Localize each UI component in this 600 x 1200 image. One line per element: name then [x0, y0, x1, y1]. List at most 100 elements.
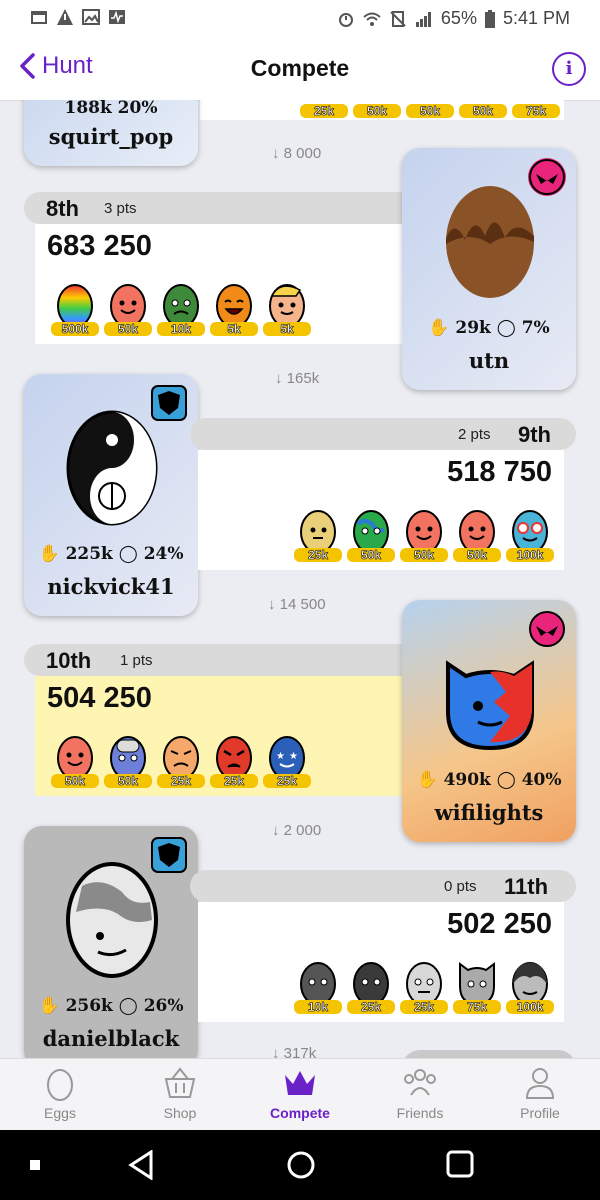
rank-bar-10th: 10th 1 pts	[24, 644, 424, 676]
egg-row: 50k 50k 25k 25k ★ ★ 25k	[51, 730, 311, 788]
cat-egg[interactable]: 75k	[453, 956, 501, 1014]
tab-eggs[interactable]: Eggs	[0, 1065, 120, 1121]
rank-position: 9th	[518, 422, 551, 447]
score-box-10th: 504 250 50k 50k 25k 25k ★ ★ 25k	[35, 676, 415, 796]
egg-row-prev: 25k 50k 50k 50k 75k	[300, 100, 560, 118]
score-diff: ↓ 317k	[272, 1045, 317, 1058]
egg-item[interactable]: 50k	[406, 100, 454, 118]
chocolate-egg-avatar	[446, 186, 534, 298]
battery-icon	[484, 9, 495, 28]
leaderboard[interactable]: 25k 50k 50k 50k 75k 188k 20% squirt_pop …	[0, 100, 600, 1058]
battery-percent: 65%	[440, 8, 477, 28]
smiley-egg[interactable]: 50k	[104, 278, 152, 336]
system-navigation-bar	[0, 1130, 600, 1200]
status-bar: 65% 5:41 PM	[0, 0, 600, 38]
menu-dot-icon[interactable]	[30, 1160, 40, 1170]
player-stats: ✋ 256k ◯ 26%	[38, 996, 184, 1016]
basket-icon	[164, 1067, 196, 1098]
warning-icon	[57, 9, 73, 25]
rank-points: 3 pts	[104, 200, 137, 217]
info-icon[interactable]: i	[552, 52, 586, 86]
egg-item[interactable]: 25k	[300, 100, 348, 118]
score-diff: ↓ 2 000	[272, 822, 322, 839]
dark-egg[interactable]: 25k	[347, 956, 395, 1014]
tab-friends[interactable]: Friends	[360, 1065, 480, 1121]
rank-points: 1 pts	[120, 652, 153, 669]
devil-egg-avatar	[446, 660, 534, 751]
tab-shop[interactable]: Shop	[120, 1065, 240, 1121]
egg-row: 10k 25k 25k 75k 100k	[294, 956, 554, 1014]
player-card-wifilights[interactable]: ✋ 490k ◯ 40% wifilights	[402, 600, 576, 842]
score-diff: ↓ 14 500	[268, 596, 326, 613]
earth-egg[interactable]: 50k	[347, 504, 395, 562]
zombie-egg[interactable]: 10k	[157, 278, 205, 336]
player-stats: ✋ 490k ◯ 40%	[416, 770, 562, 790]
activity-icon	[109, 10, 125, 24]
total-score: 518 750	[447, 456, 552, 488]
score-box-9th: 518 750 25k 50k 50k 50k 100k	[198, 450, 564, 570]
friends-icon	[404, 1069, 436, 1096]
rank-points: 0 pts	[444, 878, 477, 895]
smiley-egg[interactable]: 50k	[400, 504, 448, 562]
player-card-nickvick41[interactable]: ✋ 225k ◯ 24% nickvick41	[24, 374, 198, 616]
grumpy-egg[interactable]: 25k	[157, 730, 205, 788]
grey-egg[interactable]: 10k	[294, 956, 342, 1014]
hooded-egg[interactable]: 100k	[506, 956, 554, 1014]
egg-icon	[47, 1069, 73, 1101]
player-card-squirt-pop[interactable]: 188k 20% squirt_pop	[24, 100, 198, 166]
score-box-11th: 502 250 10k 25k 25k 75k 100k	[198, 902, 564, 1022]
back-triangle-icon[interactable]	[128, 1150, 154, 1180]
player-card-utn[interactable]: ✋ 29k ◯ 7% utn	[402, 148, 576, 390]
happy-egg[interactable]: 5k	[210, 278, 258, 336]
smiley-egg[interactable]: 50k	[453, 504, 501, 562]
page-title: Compete	[250, 55, 350, 81]
egg-item[interactable]: 50k	[353, 100, 401, 118]
rank-bar-11th: 0 pts 11th	[190, 870, 576, 902]
image-icon	[82, 9, 100, 25]
tab-compete[interactable]: Compete	[240, 1065, 360, 1121]
blonde-egg[interactable]: 5k	[263, 278, 311, 336]
no-sim-icon	[390, 10, 406, 27]
tab-profile[interactable]: Profile	[480, 1065, 600, 1121]
silver-egg[interactable]: 25k	[400, 956, 448, 1014]
egg-item[interactable]: 50k	[459, 100, 507, 118]
total-score: 504 250	[47, 682, 152, 714]
starry-egg[interactable]: ★ ★ 25k	[263, 730, 311, 788]
user-icon	[525, 1068, 555, 1099]
score-box-8th: 683 250 500k 50k 10k 5k 5k	[35, 224, 415, 344]
egg-item[interactable]: 75k	[512, 100, 560, 118]
recents-square-icon[interactable]	[446, 1150, 474, 1178]
glitter-egg[interactable]: 100k	[506, 504, 554, 562]
robot-egg[interactable]: 50k	[104, 730, 152, 788]
calendar-icon	[31, 11, 47, 24]
system-icons: 65% 5:41 PM	[337, 8, 570, 29]
rank-bar-8th: 8th 3 pts	[24, 192, 424, 224]
alarm-icon	[338, 12, 353, 27]
player-username: squirt_pop	[48, 124, 174, 149]
wifi-icon	[363, 12, 381, 26]
score-box-prev: 25k 50k 50k 50k 75k	[200, 100, 564, 120]
rank-bar-9th: 2 pts 9th	[190, 418, 576, 450]
svg-text:★: ★	[276, 751, 285, 762]
signal-icon	[415, 11, 431, 27]
player-username: utn	[468, 348, 510, 373]
smiley-egg[interactable]: 50k	[51, 730, 99, 788]
crown-icon	[285, 1071, 315, 1095]
plain-egg[interactable]: 25k	[294, 504, 342, 562]
home-circle-icon[interactable]	[286, 1150, 316, 1180]
rank-position: 11th	[504, 874, 549, 899]
player-stats: 188k 20%	[64, 100, 158, 118]
player-card-danielblack[interactable]: ✋ 256k ◯ 26% danielblack	[24, 826, 198, 1058]
angry-egg[interactable]: 25k	[210, 730, 258, 788]
rank-position: 10th	[46, 648, 92, 673]
egg-row: 25k 50k 50k 50k 100k	[294, 504, 554, 562]
yin-yang-egg-avatar	[66, 410, 158, 526]
svg-text:★: ★	[289, 751, 298, 762]
camo-egg-avatar	[66, 862, 158, 978]
app-bar: Hunt Compete i	[0, 38, 600, 101]
egg-row: 500k 50k 10k 5k 5k	[51, 278, 311, 336]
total-score: 502 250	[447, 908, 552, 940]
player-card-next[interactable]	[402, 1050, 576, 1058]
player-username: wifilights	[434, 800, 544, 825]
rainbow-egg[interactable]: 500k	[51, 278, 99, 336]
